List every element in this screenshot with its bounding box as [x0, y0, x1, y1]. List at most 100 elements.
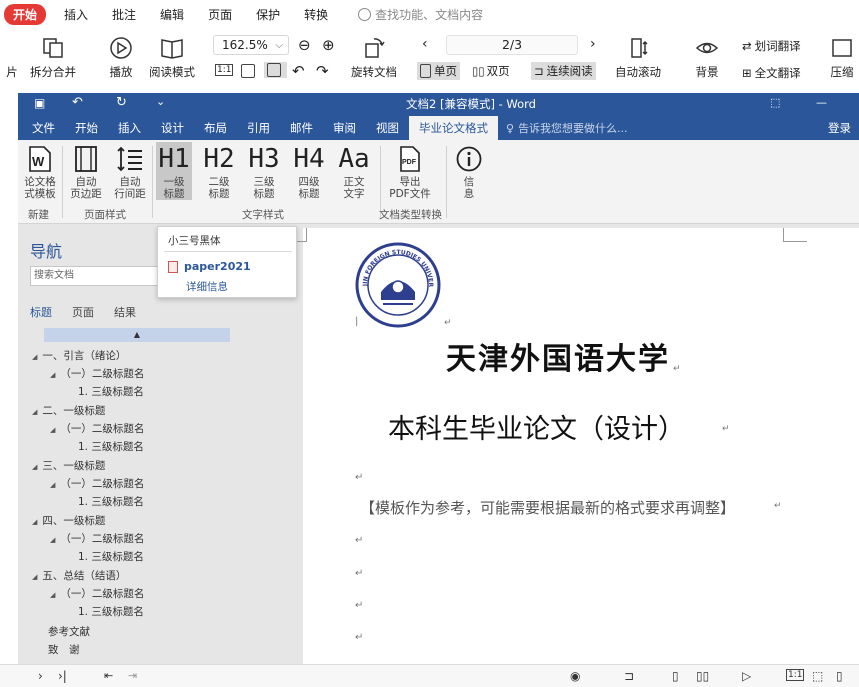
heading2-button[interactable]: H2 二级 标题 [200, 142, 238, 200]
play-button[interactable]: 播放 [109, 28, 133, 86]
back-icon[interactable]: ⇤ [104, 669, 113, 682]
tooltip-file[interactable]: paper2021 [168, 260, 251, 273]
heading4-button[interactable]: H4 四级 标题 [290, 142, 328, 200]
eye-mode-icon[interactable]: ◉ [570, 669, 580, 683]
rotate-right-icon[interactable]: ↷ [316, 62, 329, 80]
reader-search[interactable]: 查找功能、文档内容 [358, 6, 483, 23]
tab-mailings[interactable]: 邮件 [280, 116, 323, 140]
play-icon[interactable]: ▷ [742, 669, 751, 683]
menu-protect[interactable]: 保护 [244, 6, 292, 23]
ribbon-separator [446, 146, 447, 218]
nav-references[interactable]: 参考文献 [48, 624, 90, 639]
heading1-button[interactable]: H1 一级 标题 [156, 142, 192, 200]
fit-width-icon[interactable] [264, 62, 287, 78]
menu-convert[interactable]: 转换 [292, 6, 340, 23]
split-merge-button[interactable]: 拆分合并 [30, 28, 76, 86]
undo-icon[interactable]: ↶ [72, 95, 83, 110]
compress-button[interactable]: 压缩 [830, 28, 854, 86]
single-page-icon[interactable]: ▯ [672, 669, 679, 683]
zoom-in-icon[interactable]: ⊕ [322, 36, 335, 54]
continuous-icon[interactable]: ⊐ [624, 669, 634, 683]
auto-line-spacing-button[interactable]: 自动 行间距 [112, 142, 148, 200]
export-pdf-button[interactable]: PDF 导出 PDF文件 [388, 142, 432, 200]
nav-heading-2[interactable]: ◢ （一）二级标题名 [50, 531, 144, 546]
nav-tab-pages[interactable]: 页面 [72, 304, 94, 320]
full-translate-button[interactable]: ⊞ 全文翻译 [742, 65, 801, 81]
page-input[interactable]: 2/3 [446, 35, 578, 55]
nav-heading-3[interactable]: 1. 三级标题名 [78, 384, 144, 399]
nav-heading-1[interactable]: ◢ 五、总结（结语） [32, 568, 126, 583]
tab-layout[interactable]: 布局 [194, 116, 237, 140]
info-button[interactable]: 信 息 [452, 142, 486, 200]
rotate-left-icon[interactable]: ↶ [292, 62, 305, 80]
menu-start[interactable]: 开始 [4, 3, 47, 25]
nav-heading-1[interactable]: ◢ 二、一级标题 [32, 403, 105, 418]
fit-page-icon[interactable] [241, 64, 258, 78]
menu-page[interactable]: 页面 [196, 6, 244, 23]
nav-heading-3[interactable]: 1. 三级标题名 [78, 494, 144, 509]
single-page-button[interactable]: 单页 [417, 62, 460, 80]
next-page-icon[interactable]: › [590, 36, 596, 52]
nav-tab-headings[interactable]: 标题 [30, 304, 52, 320]
menu-insert[interactable]: 插入 [52, 6, 100, 23]
nav-heading-2[interactable]: ◢ （一）二级标题名 [50, 421, 144, 436]
double-page-button[interactable]: ▯▯ 双页 [472, 63, 510, 79]
tooltip-detail-link[interactable]: 详细信息 [186, 279, 228, 294]
heading3-button[interactable]: H3 三级 标题 [245, 142, 283, 200]
ribbon-display-icon[interactable]: ⬚ [770, 96, 780, 109]
nav-collapse-bar[interactable]: ▲ [44, 328, 230, 342]
continuous-button[interactable]: ⊐ 连续阅读 [531, 62, 596, 80]
login-button[interactable]: 登录 [828, 116, 851, 140]
rotate-doc-button[interactable]: 旋转文档 [351, 28, 397, 86]
word-translate-button[interactable]: ⇄ 划词翻译 [742, 38, 801, 54]
nav-heading-3[interactable]: 1. 三级标题名 [78, 604, 144, 619]
fit-page-icon[interactable]: ⬚ [812, 669, 823, 683]
tell-me-box[interactable]: ♀ 告诉我您想要做什么... [506, 120, 628, 136]
tab-thesis-format[interactable]: 毕业论文格式 [409, 116, 498, 140]
nav-heading-2[interactable]: ◢ （一）二级标题名 [50, 476, 144, 491]
nav-heading-1[interactable]: ◢ 一、引言（绪论） [32, 348, 126, 363]
tab-file[interactable]: 文件 [22, 116, 65, 140]
auto-scroll-button[interactable]: 自动滚动 [615, 28, 661, 86]
last-page-icon[interactable]: ›| [58, 669, 67, 683]
nav-heading-2[interactable]: ◢ （一）二级标题名 [50, 586, 144, 601]
tab-design[interactable]: 设计 [151, 116, 194, 140]
nav-heading-1[interactable]: ◢ 三、一级标题 [32, 458, 105, 473]
zoom-select[interactable]: 162.5% ⌵ [213, 35, 289, 55]
tab-view[interactable]: 视图 [366, 116, 409, 140]
tab-home[interactable]: 开始 [65, 116, 108, 140]
nav-heading-1[interactable]: ◢ 四、一级标题 [32, 513, 105, 528]
menu-annotate[interactable]: 批注 [100, 6, 148, 23]
ribbon-separator [62, 146, 63, 218]
quick-access-icon[interactable]: ⌄ [156, 95, 165, 108]
nav-acknowledgements[interactable]: 致 谢 [48, 642, 80, 657]
paragraph-mark: ↵ [355, 600, 364, 611]
next-page-icon[interactable]: › [38, 669, 43, 683]
nav-tab-results[interactable]: 结果 [114, 304, 136, 320]
prev-page-icon[interactable]: ‹ [422, 36, 428, 52]
save-icon[interactable]: ▣ [34, 96, 45, 110]
zoom-out-icon[interactable]: ⊖ [298, 36, 311, 54]
read-mode-button[interactable]: 阅读模式 [149, 28, 195, 86]
double-page-icon[interactable]: ▯▯ [696, 669, 709, 683]
body-text-button[interactable]: Aa 正文 文字 [336, 142, 372, 200]
cut-button[interactable]: 片 [0, 28, 24, 86]
minimize-icon[interactable]: — [816, 96, 827, 109]
menu-edit[interactable]: 编辑 [148, 6, 196, 23]
page-indicator: 2/3 [501, 37, 523, 52]
auto-margin-button[interactable]: 自动 页边距 [68, 142, 104, 200]
tab-references[interactable]: 引用 [237, 116, 280, 140]
nav-heading-2[interactable]: ◢ （一）二级标题名 [50, 366, 144, 381]
redo-icon[interactable]: ↻ [116, 95, 127, 110]
fit-width-icon[interactable]: ▯ [836, 669, 843, 683]
forward-icon[interactable]: ⇥ [128, 669, 137, 682]
tab-insert[interactable]: 插入 [108, 116, 151, 140]
thesis-template-button[interactable]: W 论文格 式模板 [22, 142, 58, 200]
background-button[interactable]: 背景 [695, 28, 719, 86]
tab-review[interactable]: 审阅 [323, 116, 366, 140]
actual-size-icon[interactable]: 1:1 [215, 64, 234, 76]
nav-heading-3[interactable]: 1. 三级标题名 [78, 549, 144, 564]
nav-heading-3[interactable]: 1. 三级标题名 [78, 439, 144, 454]
pdf-label-1: 导出 [399, 176, 421, 188]
actual-size-icon[interactable]: 1:1 [786, 669, 805, 681]
